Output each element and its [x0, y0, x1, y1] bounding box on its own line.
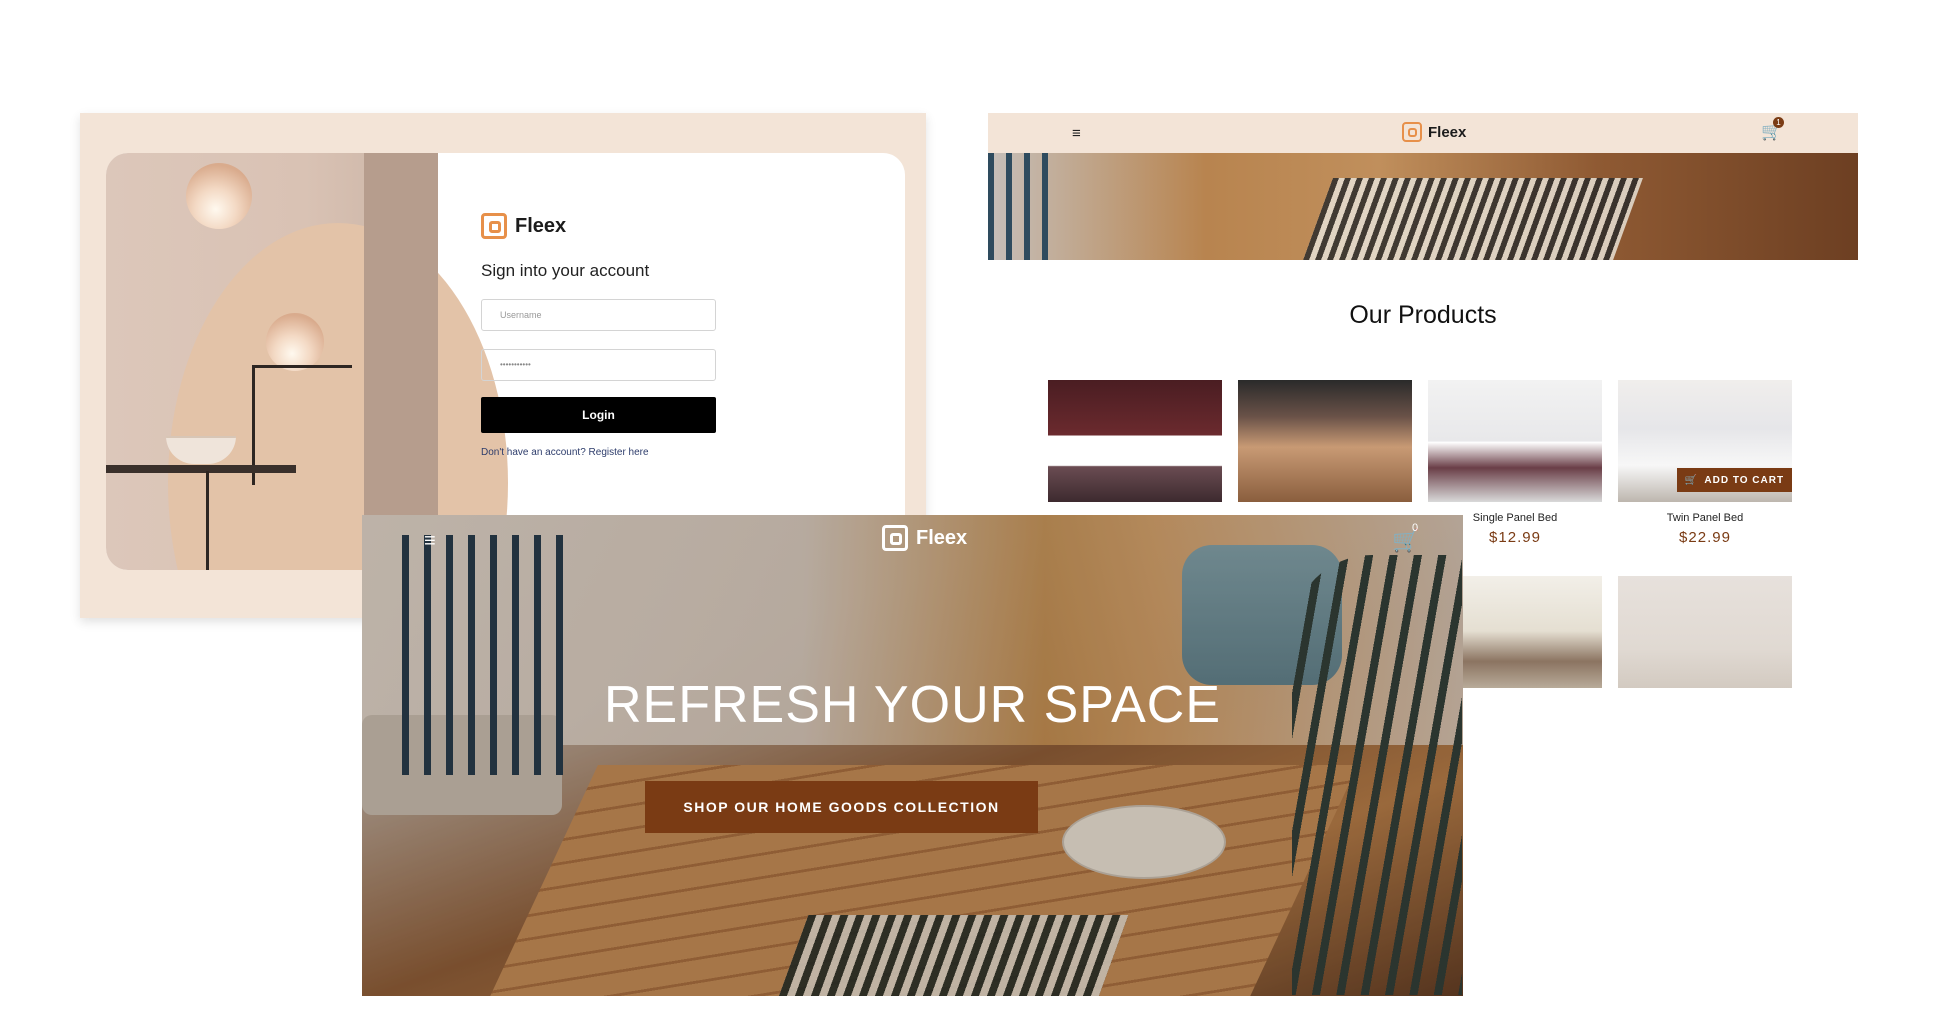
- hero-headline: REFRESH YOUR SPACE: [603, 676, 1222, 734]
- shop-collection-button[interactable]: SHOP OUR HOME GOODS COLLECTION: [645, 781, 1038, 833]
- brand-name: Fleex: [515, 214, 567, 237]
- brand-name: Fleex: [916, 526, 968, 549]
- fleex-logo-icon: [882, 525, 908, 551]
- products-hero-image: [988, 153, 1858, 260]
- brand-logo[interactable]: Fleex: [1402, 122, 1466, 142]
- brand-logo: Fleex: [481, 213, 721, 239]
- product-card[interactable]: [1048, 380, 1222, 502]
- product-name: Twin Panel Bed: [1666, 512, 1744, 524]
- product-image[interactable]: [1048, 380, 1222, 502]
- product-image[interactable]: [1238, 380, 1412, 502]
- cart-count-badge: 0: [1412, 522, 1419, 534]
- cart-icon: 🛒: [1684, 474, 1699, 486]
- fleex-logo-icon: [481, 213, 507, 239]
- product-image[interactable]: [1428, 380, 1602, 502]
- brand-name: Fleex: [1428, 123, 1467, 141]
- password-field[interactable]: •••••••••••: [481, 349, 716, 381]
- login-title: Sign into your account: [481, 261, 650, 280]
- product-image[interactable]: [1618, 576, 1792, 688]
- brand-logo[interactable]: Fleex: [882, 525, 967, 551]
- product-image[interactable]: 🛒 ADD TO CART: [1618, 380, 1792, 502]
- hamburger-menu-icon[interactable]: ≡: [424, 530, 436, 553]
- product-card[interactable]: [1618, 576, 1792, 688]
- username-field[interactable]: Username: [481, 299, 716, 331]
- cart-count-badge: 1: [1773, 117, 1784, 128]
- login-card: Fleex Sign into your account Username ••…: [106, 153, 905, 570]
- hamburger-menu-icon[interactable]: ≡: [1072, 125, 1081, 142]
- add-to-cart-button[interactable]: 🛒 ADD TO CART: [1677, 468, 1792, 492]
- products-header: ≡ Fleex 🛒 1: [988, 113, 1858, 153]
- product-price: $22.99: [1679, 529, 1731, 546]
- login-button[interactable]: Login: [481, 397, 716, 433]
- add-to-cart-label: ADD TO CART: [1704, 474, 1785, 486]
- login-illustration: [106, 153, 508, 570]
- fleex-logo-icon: [1402, 122, 1422, 142]
- register-link[interactable]: Don't have an account? Register here: [481, 447, 721, 458]
- product-card[interactable]: 🛒 ADD TO CART Twin Panel Bed $22.99: [1618, 380, 1792, 546]
- section-title: Our Products: [1349, 301, 1497, 329]
- login-form: Fleex Sign into your account Username ••…: [481, 213, 721, 458]
- product-card[interactable]: [1238, 380, 1412, 502]
- cart-button[interactable]: 🛒 0: [1392, 522, 1419, 554]
- cart-button[interactable]: 🛒 1: [1761, 117, 1784, 142]
- home-hero-screen: ≡ Fleex 🛒 0 REFRESH YOUR SPACE SHOP OUR …: [362, 515, 1463, 996]
